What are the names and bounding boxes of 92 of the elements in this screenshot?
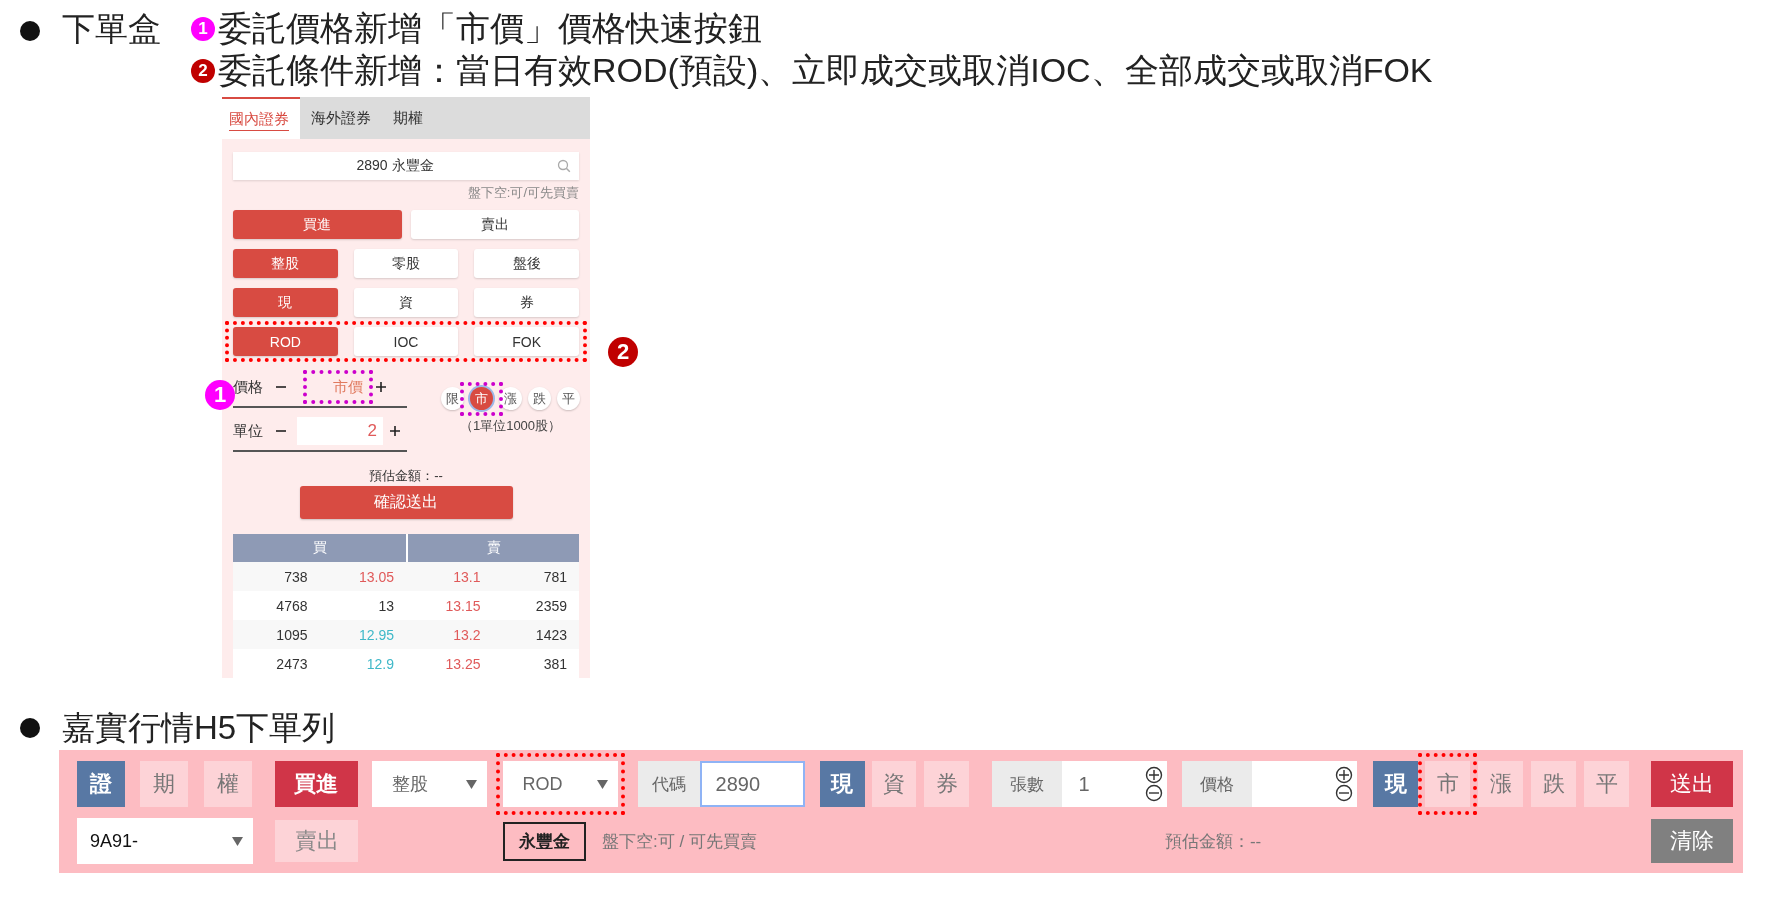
number-badge: 1 [191,17,215,41]
number-badge: 2 [608,337,638,367]
option-button[interactable]: FOK [474,327,579,356]
caret-icon [465,779,477,789]
plus-icon [389,425,401,437]
toggle-button[interactable]: 證 [77,761,125,807]
code-field[interactable]: 2890 [699,761,805,807]
search-icon [557,159,571,173]
table-cell: 1095 [233,620,320,649]
submit-button[interactable]: 確認送出 [299,486,513,519]
field-label: 張數 [992,761,1063,807]
search-field[interactable]: 2890 永豐金 [233,152,579,180]
field-label: 代碼 [637,761,700,807]
field-label: 單位 [233,421,264,441]
option-button[interactable]: 零股 [353,249,459,278]
option-button[interactable]: 買進 [233,210,402,239]
table-cell: 781 [492,562,579,591]
column-header: 買 [233,534,406,562]
option-button[interactable]: ROD [233,327,338,356]
quick-price-button[interactable]: 市 [470,387,493,410]
plus-icon [375,381,387,393]
dropdown[interactable]: ROD [502,761,618,807]
table-cell: 12.95 [319,620,406,649]
clear-button[interactable]: 清除 [1651,819,1733,863]
buy-button[interactable]: 買進 [274,761,358,807]
bullet-icon [20,21,40,41]
price-field[interactable]: 市價 [307,373,369,401]
table-cell: 13.2 [406,620,493,649]
toggle-button[interactable]: 期 [139,761,188,807]
toggle-button[interactable]: 漲 [1478,761,1524,807]
table-cell: 1423 [492,620,579,649]
toggle-button[interactable]: 現 [819,761,865,807]
number-badge: 2 [191,59,215,83]
toggle-button[interactable]: 現 [1373,761,1419,807]
option-button[interactable]: IOC [353,327,459,356]
bullet-icon [20,717,40,738]
option-button[interactable]: 賣出 [410,210,579,239]
field-label: 價格 [233,377,264,397]
toggle-button[interactable]: 資 [871,761,917,807]
table-cell: 12.9 [319,649,406,678]
table-cell: 13.25 [406,649,493,678]
plus-circle-icon [1145,766,1164,784]
field-label: 價格 [1182,761,1253,807]
table-cell: 13.1 [406,562,493,591]
estimate-text: 預估金額：-- [1164,830,1262,853]
number-field[interactable]: 1 [1062,761,1168,807]
section-heading: 下單盒 [62,9,161,49]
sell-button[interactable]: 賣出 [275,820,358,862]
plus-circle-icon [1335,766,1354,784]
number-field[interactable] [1252,761,1358,807]
caret-icon [232,836,243,846]
toggle-button[interactable]: 券 [924,761,970,807]
toggle-button[interactable]: 跌 [1531,761,1577,807]
table-cell: 2359 [492,591,579,620]
option-button[interactable]: 券 [474,288,579,317]
toggle-button[interactable]: 市 [1425,761,1471,807]
option-button[interactable]: 現 [233,288,338,317]
quick-price-button[interactable]: 限 [441,387,464,410]
short-sell-note: 盤下空:可 / 可先買賣 [602,830,757,853]
table-cell: 4768 [233,591,320,620]
tab[interactable]: 海外證券 [300,97,382,139]
short-sell-note: 盤下空:可/可先買賣 [466,184,579,202]
send-button[interactable]: 送出 [1651,761,1734,807]
tab[interactable]: 期權 [382,97,434,139]
minus-circle-icon [1335,784,1354,802]
annotation-text: 委託條件新增：當日有效ROD(預設)、立即成交或取消IOC、全部成交或取消FOK [218,50,1433,91]
tab[interactable]: 國內證券 [222,97,300,139]
unit-note: （1單位1000股） [459,417,562,435]
table-cell: 13.05 [319,562,406,591]
stock-name: 永豐金 [503,821,586,861]
option-button[interactable]: 盤後 [474,249,579,278]
caret-icon [596,779,608,789]
table-cell: 738 [233,562,320,591]
toggle-button[interactable]: 權 [203,761,252,807]
dropdown[interactable]: 整股 [371,761,487,807]
option-button[interactable]: 資 [353,288,459,317]
dropdown[interactable]: 9A91- [77,818,253,864]
minus-circle-icon [1145,784,1164,802]
option-button[interactable]: 整股 [233,249,338,278]
section-heading: 嘉實行情H5下單列 [62,707,336,748]
toggle-button[interactable]: 平 [1584,761,1630,807]
table-cell: 13 [319,591,406,620]
annotation-text: 委託價格新增「市價」價格快速按鈕 [218,8,762,49]
table-cell: 381 [492,649,579,678]
estimate-text: 預估金額：-- [368,467,444,485]
quantity-field[interactable]: 2 [297,417,383,445]
quick-price-button[interactable]: 平 [557,387,580,410]
table-cell: 2473 [233,649,320,678]
table-cell: 13.15 [406,591,493,620]
quick-price-button[interactable]: 跌 [528,387,551,410]
quick-price-button[interactable]: 漲 [499,387,522,410]
column-header: 賣 [406,534,579,562]
